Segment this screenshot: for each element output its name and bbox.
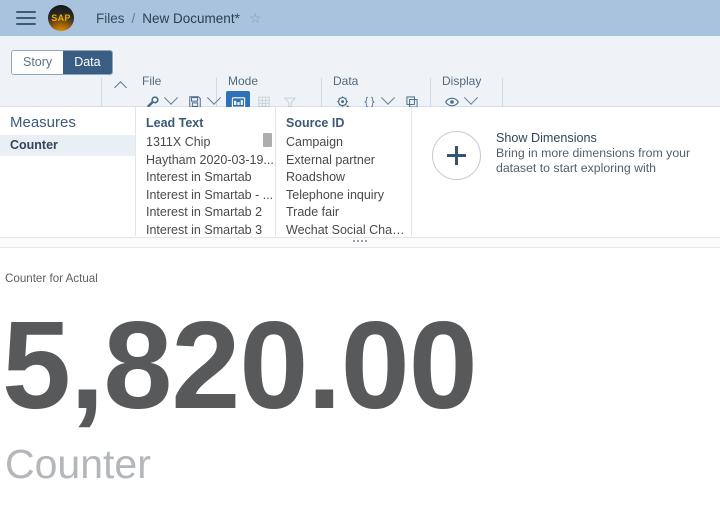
group-title-mode: Mode bbox=[228, 74, 259, 88]
show-dimensions-title: Show Dimensions bbox=[496, 131, 597, 145]
list-item[interactable]: Campaign bbox=[276, 134, 411, 152]
list-item[interactable]: Roadshow bbox=[276, 169, 411, 187]
lead-text-header[interactable]: Lead Text bbox=[136, 107, 275, 134]
sap-analytics-explorer: SAP Files / New Document* ☆ Story Data z… bbox=[0, 0, 720, 515]
shell-bar: SAP Files / New Document* ☆ bbox=[0, 0, 720, 36]
chevron-down-icon[interactable] bbox=[163, 90, 179, 105]
toolbar-divider bbox=[321, 78, 322, 108]
show-dimensions-description: Bring in more dimensions from your datas… bbox=[496, 146, 691, 175]
story-data-toggle[interactable]: Story Data bbox=[11, 50, 113, 76]
group-title-data: Data bbox=[333, 74, 359, 88]
measures-header: Measures bbox=[10, 114, 76, 131]
panel-splitter[interactable] bbox=[0, 237, 720, 248]
collapse-toolbar-button[interactable] bbox=[113, 78, 131, 96]
toolbar-divider bbox=[502, 78, 503, 108]
chevron-down-icon[interactable] bbox=[380, 90, 396, 105]
breadcrumb-files[interactable]: Files bbox=[96, 11, 125, 26]
list-item[interactable]: Trade fair bbox=[276, 204, 411, 222]
show-dimensions-button[interactable]: Show Dimensions Bring in more dimensions… bbox=[432, 131, 708, 180]
list-item[interactable]: Interest in Smartab - ... bbox=[136, 187, 275, 205]
list-item[interactable]: Interest in Smartab bbox=[136, 169, 275, 187]
sap-logo-text: SAP bbox=[51, 13, 71, 23]
lead-text-panel: Lead Text 1311X Chip Haytham 2020-03-19.… bbox=[136, 107, 276, 237]
favorite-star-icon[interactable]: ☆ bbox=[249, 10, 262, 27]
toolbar-divider bbox=[430, 78, 431, 108]
kpi-value[interactable]: 5,820.00 bbox=[2, 304, 478, 428]
plus-circle-icon bbox=[432, 131, 481, 180]
hamburger-icon[interactable] bbox=[16, 7, 38, 29]
chart-canvas: Counter for Actual 5,820.00 Counter bbox=[0, 248, 720, 515]
group-title-display: Display bbox=[442, 74, 482, 88]
list-item[interactable]: 1311X Chip bbox=[136, 134, 275, 152]
list-item[interactable]: Haytham 2020-03-19... bbox=[136, 152, 275, 170]
breadcrumb: Files / New Document* ☆ bbox=[96, 10, 261, 27]
toggle-story[interactable]: Story bbox=[12, 51, 64, 75]
list-item[interactable]: Interest in Smartab 2 bbox=[136, 204, 275, 222]
toolbar: Story Data zjerryC4CSalesL... File bbox=[0, 36, 720, 131]
chevron-down-icon[interactable] bbox=[463, 90, 479, 105]
chart-title: Counter for Actual bbox=[5, 272, 98, 285]
resize-grip-handle[interactable] bbox=[353, 240, 367, 242]
dimension-panels: Measures Counter Lead Text 1311X Chip Ha… bbox=[0, 107, 720, 237]
group-title-file: File bbox=[142, 74, 162, 88]
measure-item-counter[interactable]: Counter bbox=[0, 135, 135, 156]
toolbar-divider bbox=[101, 78, 102, 108]
breadcrumb-document[interactable]: New Document* bbox=[142, 11, 240, 26]
chevron-down-icon[interactable] bbox=[206, 90, 222, 105]
sap-logo[interactable]: SAP bbox=[48, 5, 74, 31]
list-item[interactable]: Telephone inquiry bbox=[276, 187, 411, 205]
breadcrumb-separator: / bbox=[131, 10, 136, 26]
list-item[interactable]: External partner bbox=[276, 152, 411, 170]
kpi-label: Counter bbox=[5, 441, 151, 487]
source-id-header[interactable]: Source ID bbox=[276, 107, 411, 134]
measures-panel: Measures Counter bbox=[0, 107, 136, 236]
toggle-data[interactable]: Data bbox=[63, 51, 112, 75]
source-id-panel: Source ID Campaign External partner Road… bbox=[276, 107, 412, 237]
scrollbar-thumb[interactable] bbox=[263, 133, 272, 147]
chevron-up-icon bbox=[114, 81, 127, 94]
